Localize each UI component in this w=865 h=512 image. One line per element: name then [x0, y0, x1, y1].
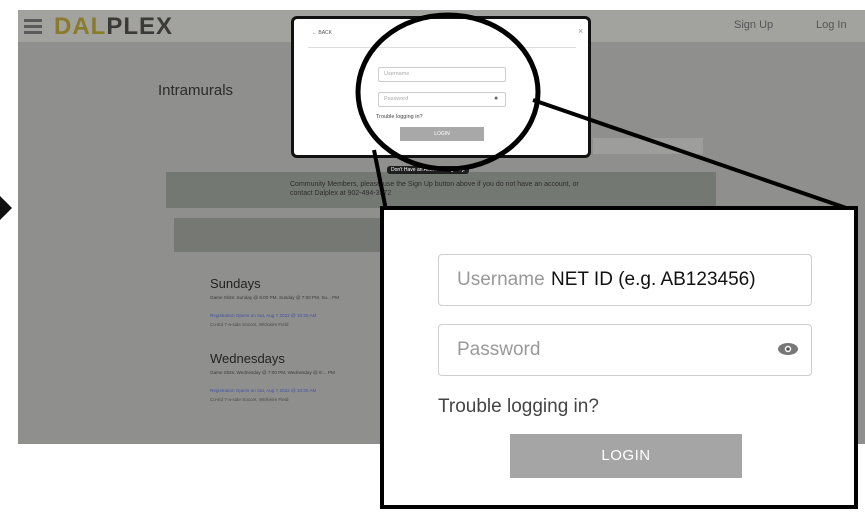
- username-placeholder: Username: [457, 269, 545, 290]
- page-title: Intramurals: [158, 82, 234, 99]
- netid-annotation: NET ID (e.g. AB123456): [551, 269, 756, 290]
- no-account-prompt: Don't Have an Account? Sign Up: [387, 166, 469, 174]
- filter-row-bar[interactable]: [174, 218, 394, 252]
- eye-icon[interactable]: [777, 340, 799, 358]
- registration-link[interactable]: Registration Opens on Sat, Aug 7 2022 @ …: [210, 388, 316, 393]
- login-button[interactable]: LOGIN: [510, 434, 742, 478]
- logo-plex-text: PLEX: [106, 13, 174, 40]
- signup-link[interactable]: Sign Up: [446, 167, 465, 173]
- eye-icon[interactable]: ●: [494, 95, 498, 102]
- close-icon[interactable]: ×: [578, 26, 583, 36]
- back-link[interactable]: ← BACK: [312, 30, 332, 36]
- location-text: Co-Ed 7-a-side Soccer, Wickwire Field: [210, 322, 289, 327]
- dalplex-logo[interactable]: DALPLEX: [54, 13, 173, 41]
- registration-link[interactable]: Registration Opens on Sat, Aug 7 2022 @ …: [210, 313, 316, 318]
- password-input[interactable]: Password: [378, 92, 506, 107]
- nav-signup-link[interactable]: Sign Up: [734, 19, 773, 31]
- username-input[interactable]: Username NET ID (e.g. AB123456): [438, 254, 812, 306]
- nav-login-link[interactable]: Log In: [816, 19, 847, 31]
- trouble-logging-in-link[interactable]: Trouble logging in?: [376, 114, 423, 120]
- password-placeholder: Password: [457, 339, 541, 360]
- game-slots-text: Game Slots: Wednesday @ 7:00 PM, Wednesd…: [210, 370, 335, 375]
- hamburger-menu-icon[interactable]: [24, 16, 42, 34]
- zoomed-login-form: Username NET ID (e.g. AB123456) Password…: [380, 206, 858, 509]
- arrow-pointer-icon: [0, 196, 12, 220]
- day-heading-wednesdays: Wednesdays: [210, 351, 285, 366]
- day-heading-sundays: Sundays: [210, 276, 261, 291]
- info-notice-text: Community Members, please use the Sign U…: [290, 181, 579, 197]
- logo-dal-text: DAL: [54, 13, 107, 40]
- trouble-logging-in-link[interactable]: Trouble logging in?: [438, 396, 599, 418]
- info-notice-bar: Community Members, please use the Sign U…: [166, 172, 716, 208]
- login-button[interactable]: LOGIN: [400, 127, 484, 141]
- login-modal: ← BACK × Username Password ● Trouble log…: [291, 16, 591, 158]
- password-input[interactable]: Password: [438, 324, 812, 376]
- username-input[interactable]: Username: [378, 67, 506, 82]
- faded-filter-button[interactable]: [593, 138, 703, 154]
- no-account-text: Don't Have an Account?: [391, 167, 445, 173]
- game-slots-text: Game Slots: Sunday @ 6:00 PM, Sunday @ 7…: [210, 295, 340, 300]
- modal-divider: [308, 47, 576, 48]
- location-text: Co-Ed 7-a-side Soccer, Wickwire Field: [210, 397, 289, 402]
